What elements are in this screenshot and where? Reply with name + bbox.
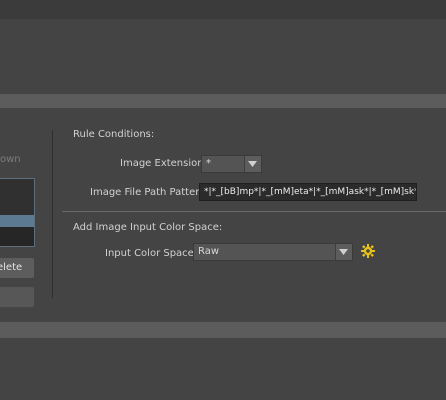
file-path-input[interactable]: *|*_[bB]mp*|*_[mM]eta*|*_[mM]ask*|*_[mM]… [199,183,417,201]
file-path-label: Image File Path Pattern: [90,187,209,198]
delete-button[interactable]: elete [0,258,34,278]
gear-icon[interactable] [361,244,375,258]
input-color-space-label: Input Color Space: [105,248,198,259]
top-panel [0,0,446,18]
panel-splitter[interactable] [52,130,53,298]
chevron-down-icon[interactable] [244,156,261,172]
rule-conditions-title: Rule Conditions: [73,129,155,140]
color-space-section-title: Add Image Input Color Space: [73,222,223,233]
left-header-label: own [0,154,21,165]
bottom-panel [0,338,446,400]
image-extension-dropdown[interactable]: * [201,155,262,173]
item-list[interactable] [0,178,35,247]
list-item-selected[interactable] [0,215,34,227]
input-color-space-value: Raw [198,246,220,257]
list-item[interactable] [0,179,34,215]
list-item[interactable] [0,227,34,246]
separator-bar-top [0,94,446,108]
image-extension-value: * [206,158,211,169]
image-extension-label: Image Extension: [120,158,207,169]
top-panel-divider [0,18,446,19]
section-divider [62,211,446,212]
input-color-space-dropdown[interactable]: Raw [193,243,353,261]
separator-bar-bottom [0,322,446,338]
delete-button-label: elete [0,262,23,273]
secondary-button[interactable] [0,287,34,307]
chevron-down-icon[interactable] [335,244,352,260]
